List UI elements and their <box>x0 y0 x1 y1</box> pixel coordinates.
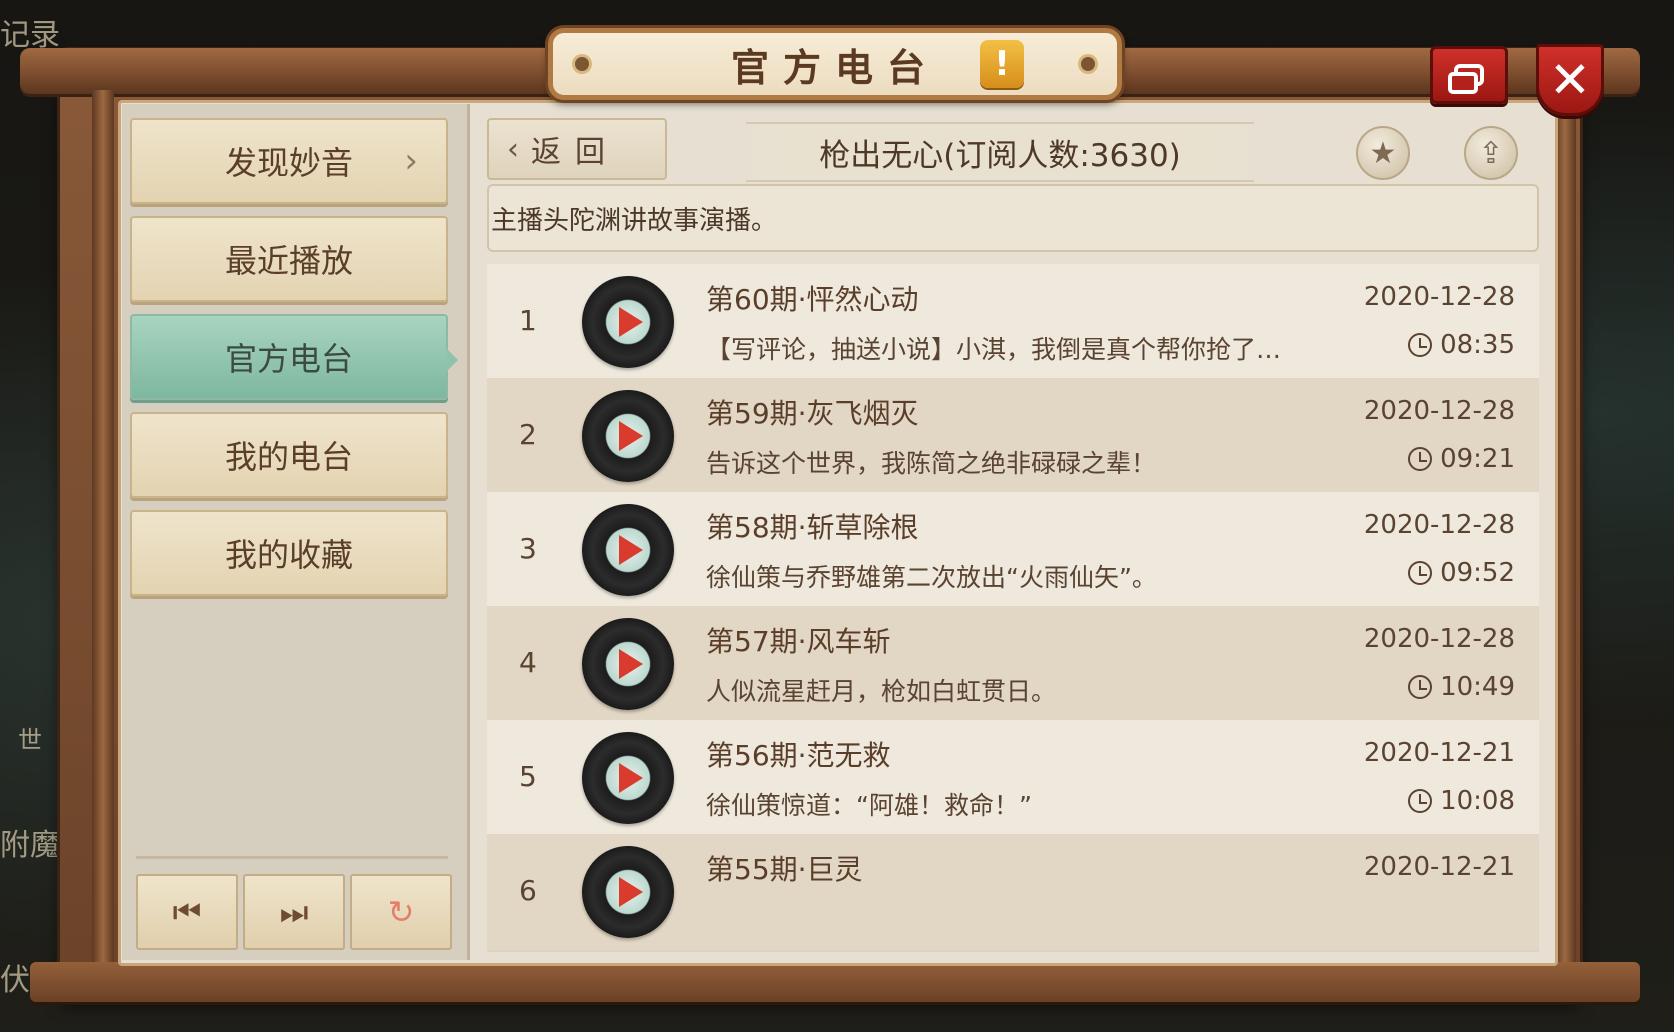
episode-subtitle: 徐仙策与乔野雄第二次放出“火雨仙矢”。 <box>706 563 1157 592</box>
sidebar-item-recent[interactable]: 最近播放 <box>130 216 448 302</box>
episode-title: 第60期·怦然心动 <box>706 283 919 316</box>
episode-title: 第59期·灰飞烟灭 <box>706 397 919 430</box>
play-disc-icon[interactable] <box>582 390 674 482</box>
episode-subtitle: 徐仙策惊道：“阿雄！救命！” <box>706 791 1032 820</box>
skip-next-icon: ⏭ <box>279 892 309 931</box>
restore-icon <box>1448 64 1484 94</box>
channel-description-text: 主播头陀渊讲故事演播。 <box>491 205 778 236</box>
skip-previous-icon: ⏮ <box>172 892 202 931</box>
episode-subtitle: 告诉这个世界，我陈简之绝非碌碌之辈！ <box>706 449 1157 478</box>
chevron-right-icon: › <box>404 141 418 181</box>
episode-subtitle: 【写评论，抽送小说】小淇，我倒是真个帮你抢了… <box>706 335 1282 364</box>
episode-date: 2020-12-21 <box>1363 852 1515 882</box>
main-content: ‹ 返回 枪出无心(订阅人数:3630) ★ ⇪ 主播头陀渊讲故事演播。 1 第… <box>476 104 1552 960</box>
episode-duration-value: 09:21 <box>1440 444 1515 474</box>
clock-icon <box>1408 789 1433 813</box>
sidebar-item-label: 我的收藏 <box>224 536 353 574</box>
play-disc-icon[interactable] <box>582 618 674 710</box>
clock-icon <box>1408 447 1433 471</box>
subscribe-button[interactable]: ★ <box>1356 126 1410 180</box>
chevron-left-icon: ‹ <box>507 131 519 167</box>
back-button[interactable]: ‹ 返回 <box>487 118 667 180</box>
episode-duration: 09:52 <box>1408 558 1515 588</box>
title-ornament-dot <box>1081 57 1095 71</box>
loop-mode-button[interactable]: ↻ <box>350 874 452 950</box>
previous-track-button[interactable]: ⏮ <box>136 874 238 950</box>
play-disc-icon[interactable] <box>582 276 674 368</box>
episode-subtitle: 人似流星赶月，枪如白虹贯日。 <box>706 677 1057 706</box>
channel-title: 枪出无心(订阅人数:3630) <box>746 122 1254 182</box>
episode-title: 第57期·风车斩 <box>706 625 891 658</box>
restore-window-button[interactable] <box>1430 46 1508 104</box>
episode-date: 2020-12-28 <box>1363 282 1515 312</box>
sidebar-item-favorites[interactable]: 我的收藏 <box>130 510 448 596</box>
background-label: 世 <box>18 726 42 754</box>
episode-row[interactable]: 6 第55期·巨灵 2020-12-21 <box>487 834 1539 952</box>
episode-duration: 09:21 <box>1408 444 1515 474</box>
background-label: 附魔 <box>0 828 60 863</box>
episode-duration: 08:35 <box>1408 330 1515 360</box>
episode-index: 6 <box>519 874 537 907</box>
sidebar-item-label: 发现妙音 <box>224 144 353 182</box>
channel-description: 主播头陀渊讲故事演播。 <box>487 184 1539 252</box>
play-icon <box>619 535 643 565</box>
sidebar-item-label: 官方电台 <box>224 340 353 378</box>
play-icon <box>619 877 643 907</box>
sidebar-item-discover[interactable]: 发现妙音 › <box>130 118 448 204</box>
share-button[interactable]: ⇪ <box>1464 126 1518 180</box>
sidebar-item-my-radio[interactable]: 我的电台 <box>130 412 448 498</box>
episode-duration: 10:49 <box>1408 672 1515 702</box>
frame-bottom-beam <box>30 962 1640 1002</box>
episode-duration-value: 09:52 <box>1440 558 1515 588</box>
alert-icon[interactable]: ! <box>980 40 1024 88</box>
share-icon: ⇪ <box>1478 135 1504 171</box>
clock-icon <box>1408 333 1433 357</box>
episode-date: 2020-12-28 <box>1363 510 1515 540</box>
episode-list[interactable]: 1 第60期·怦然心动 【写评论，抽送小说】小淇，我倒是真个帮你抢了… 2020… <box>487 264 1539 956</box>
window-title: 官方电台 <box>730 45 939 90</box>
sidebar-item-official-radio[interactable]: 官方电台 <box>130 314 458 400</box>
episode-index: 2 <box>519 418 537 451</box>
sidebar-divider <box>136 856 448 859</box>
episode-row[interactable]: 5 第56期·范无救 徐仙策惊道：“阿雄！救命！” 2020-12-21 10:… <box>487 720 1539 838</box>
play-disc-icon[interactable] <box>582 846 674 938</box>
episode-title: 第58期·斩草除根 <box>706 511 919 544</box>
sidebar-item-label: 最近播放 <box>224 242 353 280</box>
back-label: 返回 <box>531 135 619 170</box>
episode-date: 2020-12-28 <box>1363 396 1515 426</box>
episode-index: 3 <box>519 532 537 565</box>
episode-row[interactable]: 4 第57期·风车斩 人似流星赶月，枪如白虹贯日。 2020-12-28 10:… <box>487 606 1539 724</box>
episode-date: 2020-12-21 <box>1363 738 1515 768</box>
episode-row[interactable]: 2 第59期·灰飞烟灭 告诉这个世界，我陈简之绝非碌碌之辈！ 2020-12-2… <box>487 378 1539 496</box>
clock-icon <box>1408 675 1433 699</box>
sidebar-item-label: 我的电台 <box>224 438 353 476</box>
episode-duration-value: 08:35 <box>1440 330 1515 360</box>
episode-duration: 10:08 <box>1408 786 1515 816</box>
play-icon <box>619 649 643 679</box>
episode-date: 2020-12-28 <box>1363 624 1515 654</box>
episode-title: 第56期·范无救 <box>706 739 891 772</box>
frame-pillar-left <box>92 90 114 980</box>
star-icon: ★ <box>1369 135 1397 171</box>
episode-index: 1 <box>519 304 537 337</box>
title-ornament-dot <box>575 57 589 71</box>
title-plate: 官方电台 <box>548 28 1122 100</box>
close-icon: ✕ <box>1549 51 1591 109</box>
play-icon <box>619 421 643 451</box>
episode-duration-value: 10:49 <box>1440 672 1515 702</box>
sidebar: 发现妙音 › 最近播放 官方电台 我的电台 我的收藏 <box>122 104 470 960</box>
episode-row[interactable]: 3 第58期·斩草除根 徐仙策与乔野雄第二次放出“火雨仙矢”。 2020-12-… <box>487 492 1539 610</box>
next-track-button[interactable]: ⏭ <box>243 874 345 950</box>
clock-icon <box>1408 561 1433 585</box>
play-disc-icon[interactable] <box>582 732 674 824</box>
play-disc-icon[interactable] <box>582 504 674 596</box>
episode-index: 4 <box>519 646 537 679</box>
episode-index: 5 <box>519 760 537 793</box>
episode-row[interactable]: 1 第60期·怦然心动 【写评论，抽送小说】小淇，我倒是真个帮你抢了… 2020… <box>487 264 1539 382</box>
play-icon <box>619 763 643 793</box>
episode-title: 第55期·巨灵 <box>706 853 863 886</box>
loop-icon: ↻ <box>387 893 415 931</box>
episode-duration-value: 10:08 <box>1440 786 1515 816</box>
play-icon <box>619 307 643 337</box>
